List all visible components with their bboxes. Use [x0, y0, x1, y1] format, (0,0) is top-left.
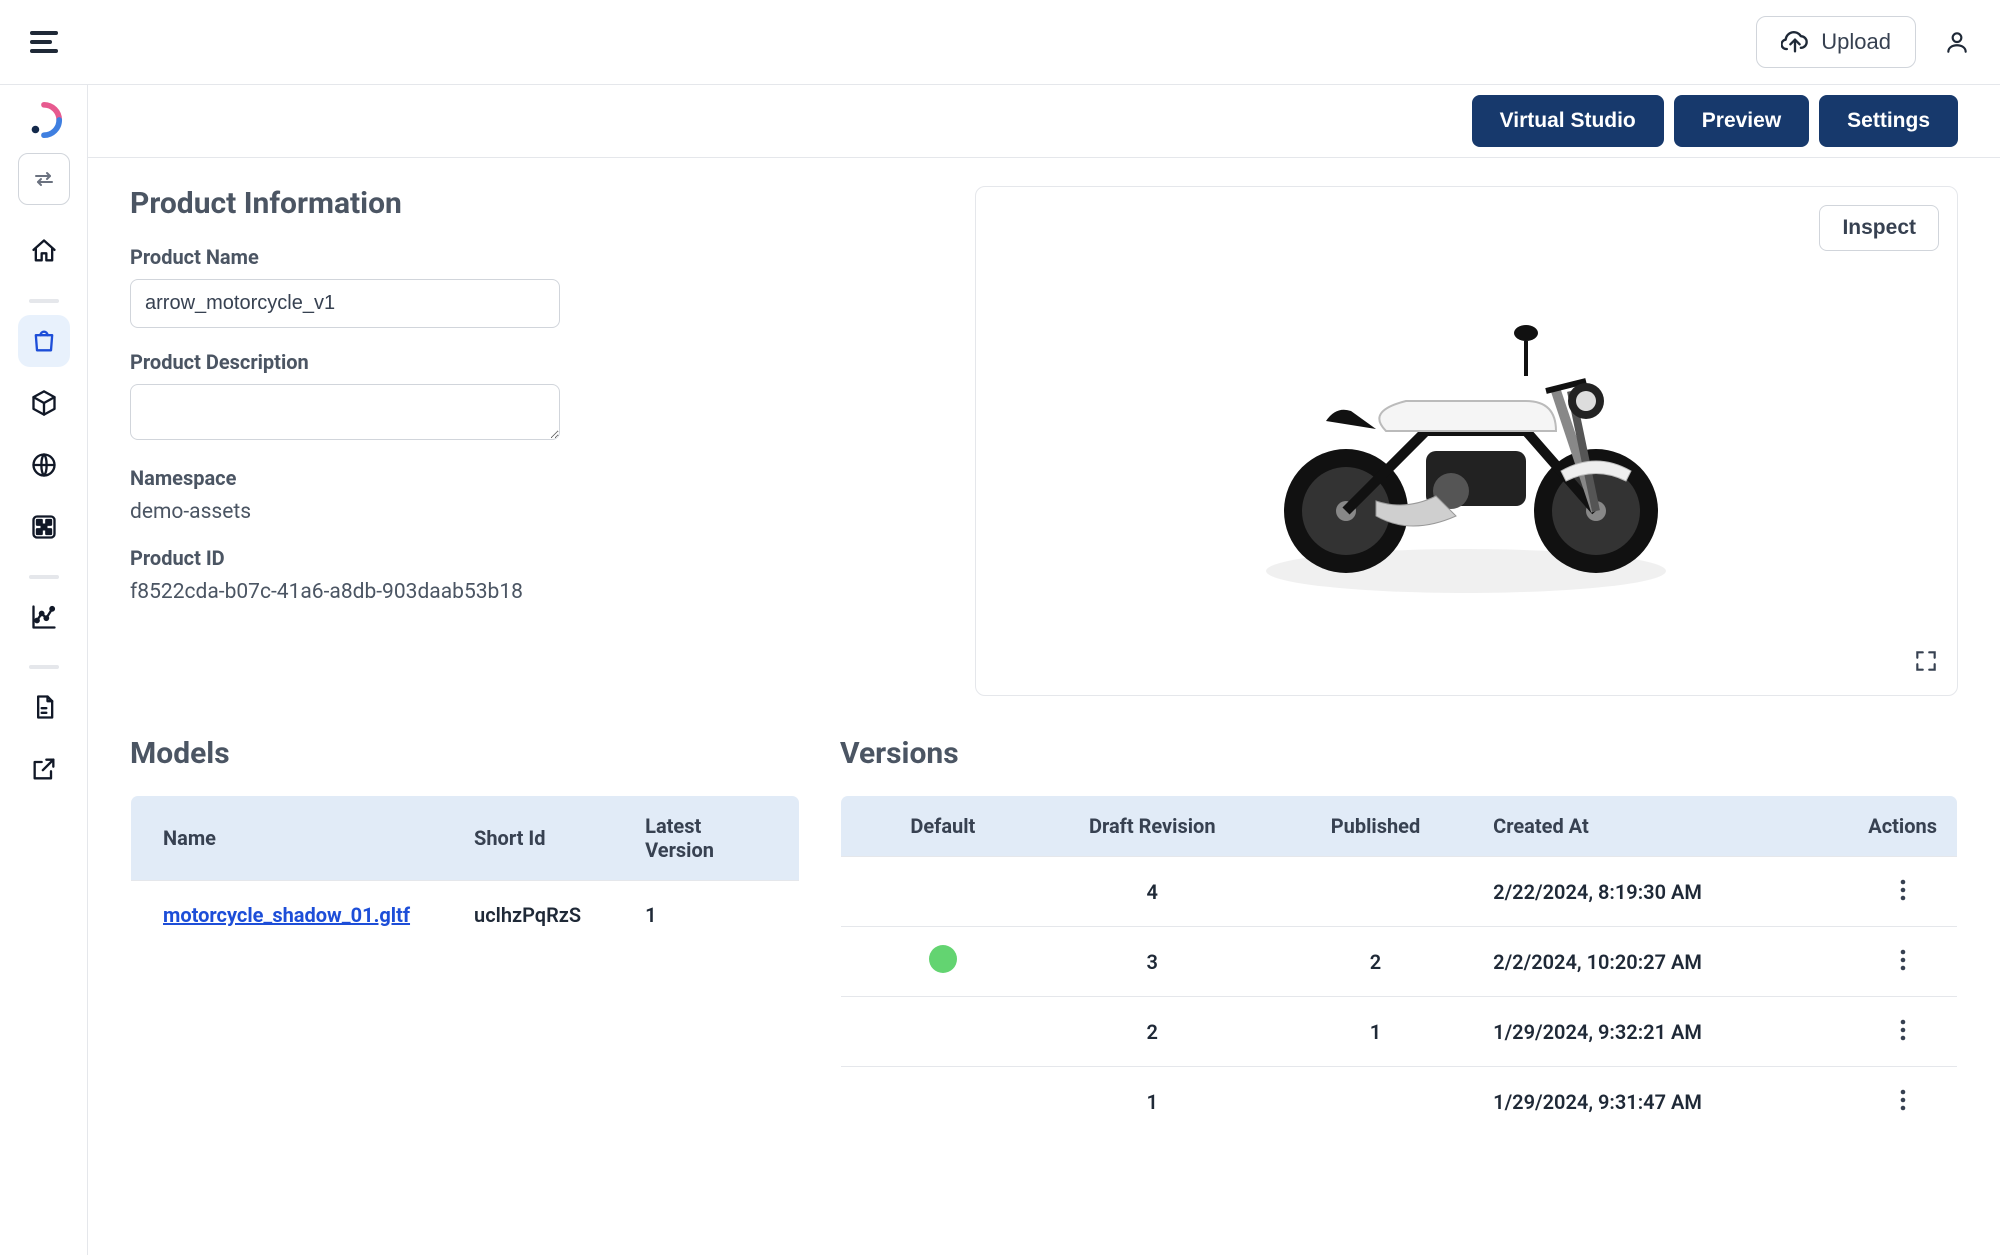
sidebar-swap-button[interactable]	[18, 153, 70, 205]
row-actions-button[interactable]	[1895, 1015, 1911, 1048]
top-bar: Upload	[0, 0, 2000, 85]
main-content: Virtual Studio Preview Settings Product …	[88, 85, 2000, 1255]
sidebar-divider	[29, 299, 59, 303]
version-published-cell	[1278, 1067, 1473, 1137]
models-title: Models	[130, 736, 800, 771]
product-id-label: Product ID	[130, 546, 935, 570]
models-header-latest: Latest Version	[613, 796, 799, 881]
table-row: 4 2/22/2024, 8:19:30 AM	[841, 857, 1958, 927]
product-name-label: Product Name	[130, 245, 935, 269]
models-table: Name Short Id Latest Version motorcycle_…	[130, 795, 800, 950]
version-created-cell: 1/29/2024, 9:32:21 AM	[1473, 997, 1848, 1067]
versions-title: Versions	[840, 736, 1958, 771]
preview-button[interactable]: Preview	[1674, 95, 1809, 147]
table-row: 1 1/29/2024, 9:31:47 AM	[841, 1067, 1958, 1137]
version-default-cell	[841, 997, 1027, 1067]
sidebar-item-models[interactable]	[18, 377, 70, 429]
version-created-cell: 1/29/2024, 9:31:47 AM	[1473, 1067, 1848, 1137]
brand-logo-icon	[25, 101, 63, 139]
product-id-value: f8522cda-b07c-41a6-a8db-903daab53b18	[130, 580, 935, 604]
swap-arrows-icon	[32, 167, 56, 191]
cube-icon	[30, 389, 58, 417]
version-published-cell: 1	[1278, 997, 1473, 1067]
checker-icon	[30, 513, 58, 541]
sidebar	[0, 85, 88, 1255]
models-header-name: Name	[131, 796, 443, 881]
user-icon[interactable]	[1944, 29, 1970, 55]
settings-button[interactable]: Settings	[1819, 95, 1958, 147]
external-link-icon	[30, 755, 58, 783]
sidebar-item-textures[interactable]	[18, 501, 70, 553]
row-actions-button[interactable]	[1895, 875, 1911, 908]
sidebar-item-analytics[interactable]	[18, 591, 70, 643]
product-information-title: Product Information	[130, 186, 935, 221]
fullscreen-icon	[1913, 648, 1939, 674]
namespace-value: demo-assets	[130, 500, 935, 524]
more-vertical-icon	[1899, 1019, 1907, 1041]
version-default-cell	[841, 857, 1027, 927]
sidebar-divider	[29, 665, 59, 669]
versions-header-published: Published	[1278, 796, 1473, 857]
models-header-shortid: Short Id	[442, 796, 613, 881]
product-preview-image	[1226, 281, 1706, 601]
fullscreen-button[interactable]	[1913, 648, 1939, 677]
row-actions-button[interactable]	[1895, 945, 1911, 978]
version-default-cell	[841, 927, 1027, 997]
more-vertical-icon	[1899, 879, 1907, 901]
product-description-input[interactable]	[130, 384, 560, 440]
default-indicator-icon	[929, 945, 957, 973]
version-default-cell	[841, 1067, 1027, 1137]
inspect-button[interactable]: Inspect	[1819, 205, 1939, 251]
version-created-cell: 2/22/2024, 8:19:30 AM	[1473, 857, 1848, 927]
versions-header-default: Default	[841, 796, 1027, 857]
model-shortid: uclhzPqRzS	[442, 881, 613, 950]
upload-label: Upload	[1821, 29, 1891, 55]
sidebar-item-home[interactable]	[18, 225, 70, 277]
version-draft-cell: 2	[1027, 997, 1278, 1067]
version-draft-cell: 4	[1027, 857, 1278, 927]
sidebar-divider	[29, 575, 59, 579]
file-icon	[30, 693, 58, 721]
cloud-upload-icon	[1781, 30, 1809, 54]
table-row: 322/2/2024, 10:20:27 AM	[841, 927, 1958, 997]
preview-panel: Inspect	[975, 186, 1958, 696]
analytics-icon	[30, 603, 58, 631]
table-row: motorcycle_shadow_01.gltf uclhzPqRzS1	[131, 881, 800, 950]
version-published-cell: 2	[1278, 927, 1473, 997]
product-description-label: Product Description	[130, 350, 935, 374]
sidebar-item-external[interactable]	[18, 743, 70, 795]
version-draft-cell: 3	[1027, 927, 1278, 997]
more-vertical-icon	[1899, 949, 1907, 971]
globe-icon	[30, 451, 58, 479]
model-name-link[interactable]: motorcycle_shadow_01.gltf	[163, 903, 410, 927]
upload-button[interactable]: Upload	[1756, 16, 1916, 68]
action-bar: Virtual Studio Preview Settings	[88, 85, 2000, 158]
shopping-bag-icon	[30, 327, 58, 355]
namespace-label: Namespace	[130, 466, 935, 490]
version-created-cell: 2/2/2024, 10:20:27 AM	[1473, 927, 1848, 997]
versions-header-draft: Draft Revision	[1027, 796, 1278, 857]
version-published-cell	[1278, 857, 1473, 927]
table-row: 211/29/2024, 9:32:21 AM	[841, 997, 1958, 1067]
version-draft-cell: 1	[1027, 1067, 1278, 1137]
sidebar-item-products[interactable]	[18, 315, 70, 367]
product-name-input[interactable]	[130, 279, 560, 328]
model-latest-version: 1	[613, 881, 799, 950]
menu-toggle-icon[interactable]	[30, 31, 58, 53]
sidebar-item-documents[interactable]	[18, 681, 70, 733]
sidebar-item-materials[interactable]	[18, 439, 70, 491]
row-actions-button[interactable]	[1895, 1085, 1911, 1118]
more-vertical-icon	[1899, 1089, 1907, 1111]
versions-table: Default Draft Revision Published Created…	[840, 795, 1958, 1137]
versions-header-created: Created At	[1473, 796, 1848, 857]
versions-header-actions: Actions	[1848, 796, 1957, 857]
home-icon	[30, 237, 58, 265]
virtual-studio-button[interactable]: Virtual Studio	[1472, 95, 1664, 147]
